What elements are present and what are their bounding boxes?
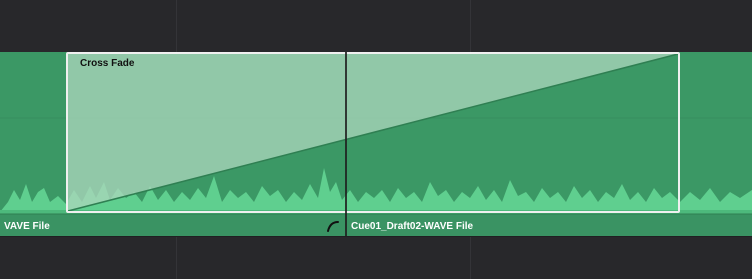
clip-edit-point[interactable] (345, 52, 347, 236)
crossfade-label: Cross Fade (80, 58, 135, 69)
right-clip-name: Cue01_Draft02-WAVE File (351, 221, 474, 232)
timeline: Cross Fade VAVE File Cue01_Draft02-WAVE … (0, 0, 752, 279)
empty-track-lane-top (0, 0, 752, 53)
crossfade-region[interactable] (66, 52, 680, 213)
empty-track-lane-bottom (0, 236, 752, 279)
left-clip-name: VAVE File (4, 221, 50, 232)
fade-curve-icon[interactable] (326, 219, 340, 233)
